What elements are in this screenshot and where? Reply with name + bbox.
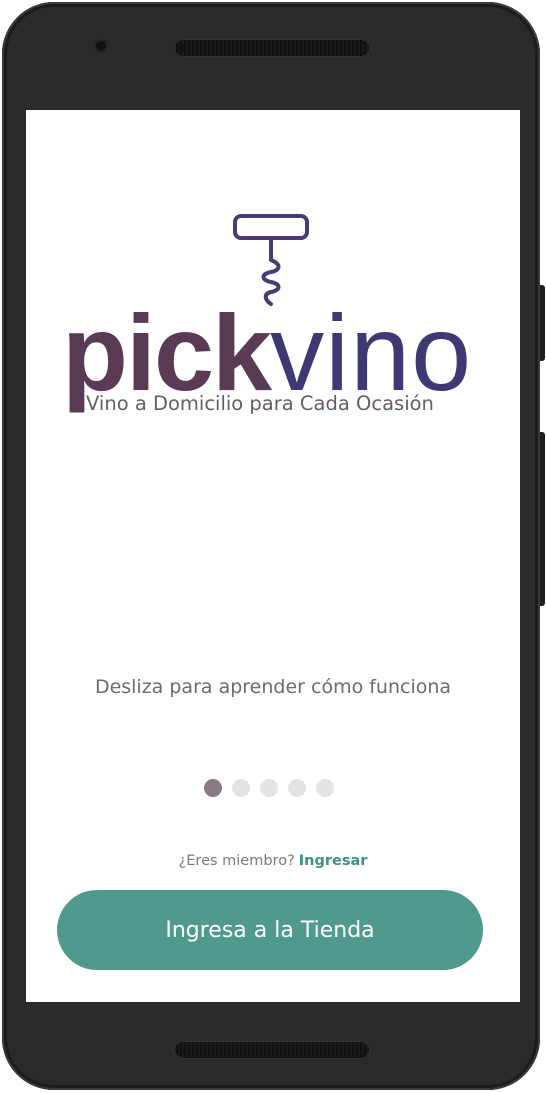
- page-indicator[interactable]: [204, 779, 344, 797]
- page-dot-3[interactable]: [260, 779, 278, 797]
- phone-frame: pickvino Vino a Domicilio para Cada Ocas…: [2, 2, 540, 1090]
- login-link[interactable]: Ingresar: [299, 853, 368, 869]
- brand-tagline: Vino a Domicilio para Cada Ocasión: [86, 392, 434, 415]
- enter-store-button[interactable]: Ingresa a la Tienda: [57, 890, 483, 970]
- brand-logo: pickvino Vino a Domicilio para Cada Ocas…: [26, 110, 520, 440]
- power-button: [540, 285, 545, 361]
- earpiece-speaker: [174, 39, 370, 57]
- page-dot-4[interactable]: [288, 779, 306, 797]
- app-screen: pickvino Vino a Domicilio para Cada Ocas…: [26, 110, 520, 1002]
- page-dot-5[interactable]: [316, 779, 334, 797]
- page-dot-1[interactable]: [204, 779, 222, 797]
- member-prompt: ¿Eres miembro? Ingresar: [26, 853, 520, 869]
- page-dot-2[interactable]: [232, 779, 250, 797]
- swipe-hint-text: Desliza para aprender cómo funciona: [94, 676, 452, 698]
- bottom-speaker: [174, 1041, 370, 1059]
- member-question: ¿Eres miembro?: [178, 853, 295, 869]
- front-camera: [94, 39, 108, 53]
- volume-button: [540, 432, 545, 606]
